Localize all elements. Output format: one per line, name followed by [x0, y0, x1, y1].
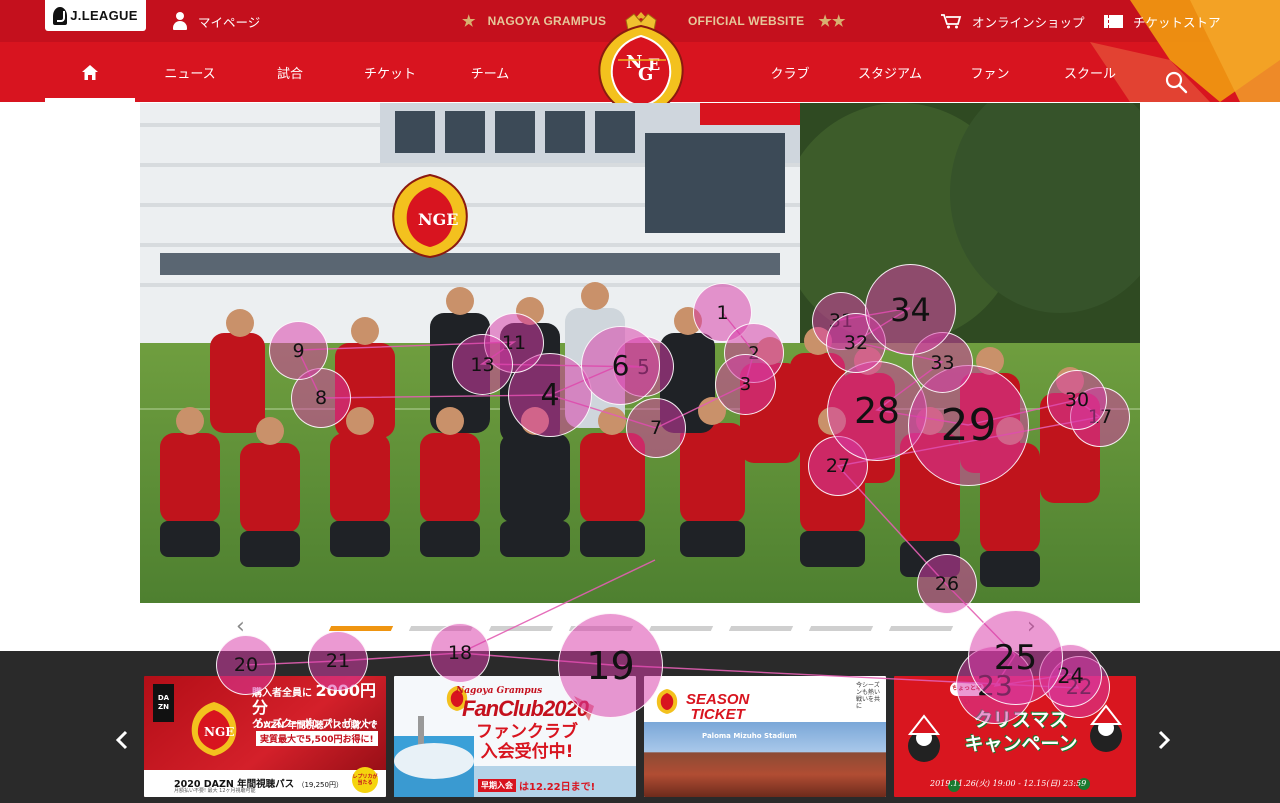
nav-fan-label: ファン: [970, 66, 1010, 82]
search-icon[interactable]: [1164, 70, 1188, 94]
carousel-dot-7[interactable]: [808, 626, 874, 631]
annotation-bubble-13: 13: [452, 334, 513, 395]
annotation-bubble-18: 18: [430, 623, 490, 683]
mypage-link[interactable]: マイページ: [172, 0, 260, 42]
nav-school[interactable]: スクール: [1045, 42, 1135, 102]
dazn-line2: DAZN 年間視聴パスの購入で: [256, 721, 378, 731]
nav-club[interactable]: クラブ: [745, 42, 835, 102]
annotation-bubble-19: 19: [558, 613, 663, 718]
dazn-price: （19,250円）: [297, 781, 343, 789]
nav-tickets-label: チケット: [363, 66, 416, 82]
annotation-bubble-26: 26: [917, 554, 977, 614]
home-icon: [82, 64, 98, 80]
fanclub-early-tag: 早期入会: [478, 779, 516, 792]
carousel-dot-8[interactable]: [888, 626, 954, 631]
carousel-dot-3[interactable]: [488, 626, 554, 631]
nav-active-underline: [45, 98, 135, 102]
nav-stadium[interactable]: スタジアム: [845, 42, 935, 102]
nav-team[interactable]: チーム: [445, 42, 535, 102]
annotation-bubble-3: 3: [715, 354, 776, 415]
mypage-label: マイページ: [198, 14, 261, 30]
ticket-icon: [1104, 14, 1123, 28]
cart-icon: [941, 14, 962, 29]
jleague-logo-text: J.LEAGUE: [70, 8, 138, 23]
annotation-bubble-20: 20: [216, 635, 276, 695]
dazn-highlight: 実質最大で5,500円お得に!: [256, 731, 378, 746]
nav-fan[interactable]: ファン: [945, 42, 1035, 102]
user-icon: [172, 12, 187, 30]
online-shop-link[interactable]: オンラインショップ: [940, 0, 1085, 42]
nav-tickets[interactable]: チケット: [345, 42, 435, 102]
annotation-bubble-9: 9: [269, 321, 328, 380]
banner-dazn-pass[interactable]: DA ZN NGE 購入者全員に 2000円分 グッズクーポンプレゼント! DAZ…: [144, 676, 386, 797]
nav-stadium-label: スタジアム: [857, 66, 923, 82]
dazn-bottom-bar: 2020 DAZN 年間視聴パス （19,250円） 月額払い不要! 最大 12…: [144, 767, 386, 797]
fanclub-join-line2: 入会受付中!: [480, 742, 574, 762]
tagline-left: ★ NAGOYA GRAMPUS: [462, 0, 606, 42]
christmas-title-line2: キャンペーン: [964, 733, 1078, 755]
svg-text:NGE: NGE: [204, 725, 234, 739]
carousel-dot-5[interactable]: [648, 626, 714, 631]
season-ticket-vertical-text: 今シーズンも熱い戦いを共に: [856, 682, 881, 710]
nav-home[interactable]: [45, 42, 135, 102]
fanclub-join: ファンクラブ 入会受付中!: [476, 722, 578, 762]
christmas-dates: 2019.11.26(火) 19:00 - 12.15(日) 23:59: [930, 779, 1087, 788]
banner-season-ticket-2020[interactable]: SEASON TICKET 2020 Paloma Mizuho Stadium…: [644, 676, 886, 797]
nav-news[interactable]: ニュース: [145, 42, 235, 102]
star-icon: ★: [462, 13, 476, 30]
nav-team-label: チーム: [470, 66, 510, 82]
fanclub-title: FanClub2020: [462, 696, 589, 721]
fanclub-until: は12.22日まで!: [519, 782, 596, 793]
fanclub-early: 早期入会 は12.22日まで!: [478, 778, 595, 793]
annotation-bubble-21: 21: [308, 631, 368, 691]
stadium-photo: Paloma Mizuho Stadium: [644, 722, 886, 797]
nav-matches-label: 試合: [276, 66, 303, 82]
annotation-bubble-7: 7: [626, 398, 686, 458]
dazn-amount: 2000円分: [252, 681, 377, 717]
tagline-right: OFFICIAL WEBSITE ★★: [688, 0, 846, 42]
banner-next-chevron-icon[interactable]: [1154, 726, 1174, 754]
double-star-icon: ★★: [818, 13, 846, 30]
jleague-mark-icon: [53, 6, 68, 25]
fanclub-head: Nagoya Grampus: [456, 686, 543, 696]
ticket-store-link[interactable]: チケットストア: [1104, 0, 1221, 42]
nav-club-label: クラブ: [770, 66, 810, 82]
dazn-fine-print: 月額払い不要! 最大 12ヶ月視聴可能: [174, 788, 256, 794]
nav-news-label: ニュース: [164, 66, 216, 82]
tagline-right-text: OFFICIAL WEBSITE: [688, 14, 805, 28]
crest-icon: NGE: [191, 702, 237, 756]
banner-prev-chevron-icon[interactable]: [112, 726, 132, 754]
online-shop-label: オンラインショップ: [972, 14, 1085, 30]
annotation-bubble-34: 34: [865, 264, 956, 355]
nav-school-label: スクール: [1063, 66, 1116, 82]
dazn-logo: DA ZN: [153, 684, 174, 722]
carousel-dot-6[interactable]: [728, 626, 794, 631]
jleague-logo[interactable]: J.LEAGUE: [45, 0, 146, 31]
crest-icon: [656, 689, 678, 714]
annotation-bubble-30: 30: [1047, 370, 1107, 430]
stadium-sign: Paloma Mizuho Stadium: [702, 732, 797, 740]
annotation-bubble-25: 25: [968, 610, 1063, 705]
nav-matches[interactable]: 試合: [245, 42, 335, 102]
annotation-bubble-6: 6: [581, 326, 660, 405]
dazn-replica-badge: レプリカが当たる: [352, 767, 378, 793]
svg-text:NGE: NGE: [418, 210, 458, 229]
svg-text:E: E: [648, 55, 660, 74]
fanclub-join-line1: ファンクラブ: [476, 722, 578, 742]
ticket-store-label: チケットストア: [1133, 14, 1221, 30]
